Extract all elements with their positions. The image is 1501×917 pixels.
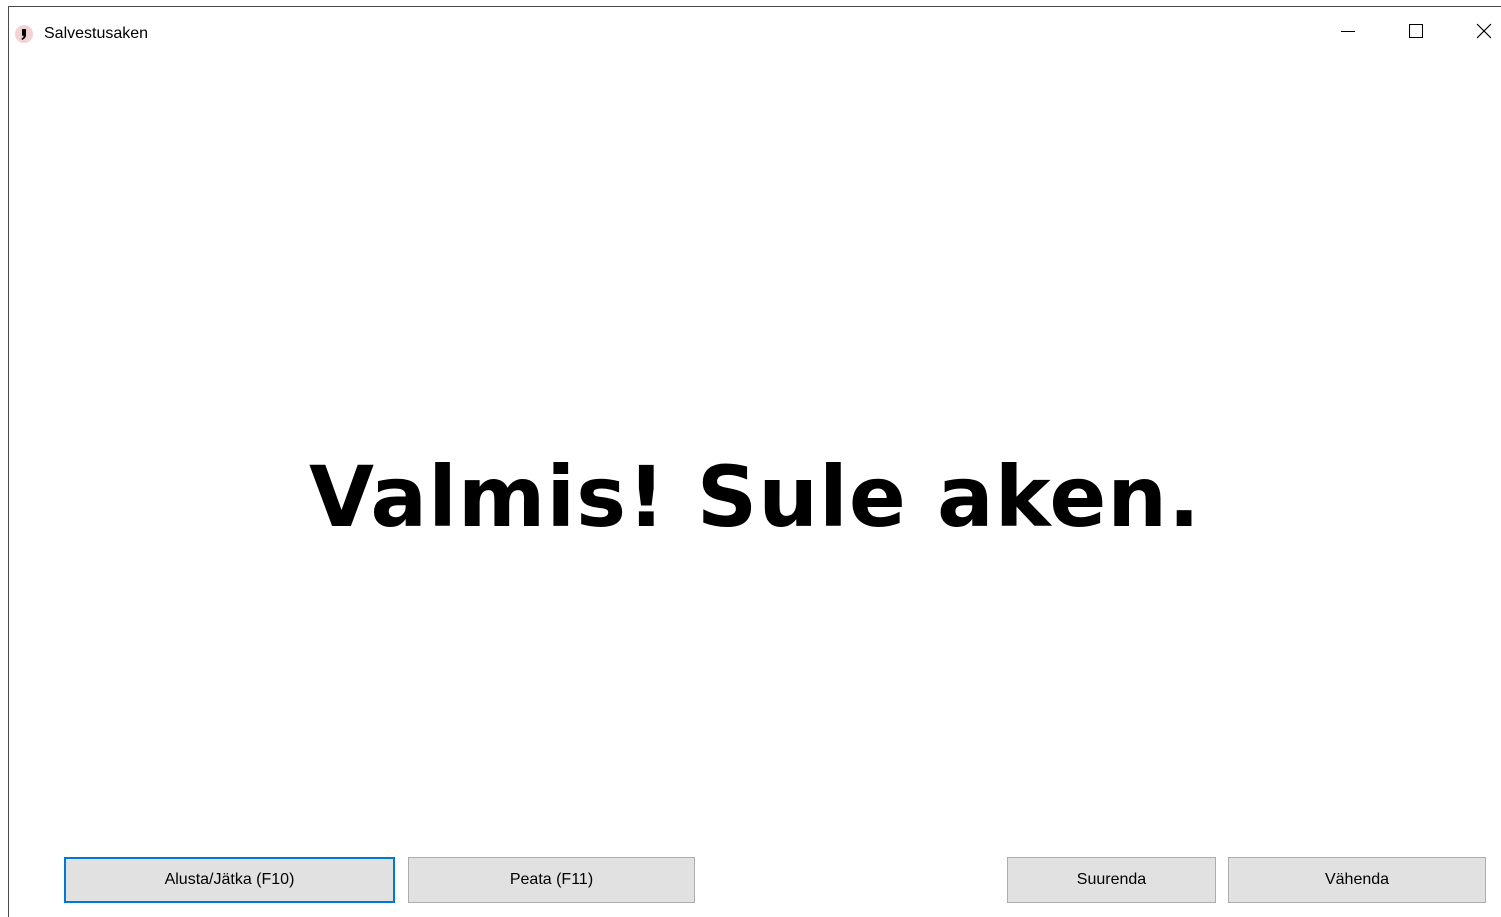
minimize-button[interactable] — [1325, 17, 1371, 49]
start-continue-button[interactable]: Alusta/Jätka (F10) — [64, 857, 395, 903]
app-window: Salvestusaken Valmis! Sule aken. Alusta/… — [8, 6, 1501, 917]
app-icon — [14, 24, 34, 44]
window-title: Salvestusaken — [44, 25, 149, 42]
title-bar[interactable]: Salvestusaken — [9, 7, 1501, 59]
status-message: Valmis! Sule aken. — [308, 448, 1202, 546]
close-button[interactable] — [1461, 17, 1501, 49]
shrink-button[interactable]: Vähenda — [1228, 857, 1486, 903]
stop-button[interactable]: Peata (F11) — [408, 857, 695, 903]
close-icon — [1476, 23, 1492, 44]
enlarge-button[interactable]: Suurenda — [1007, 857, 1216, 903]
minimize-icon — [1340, 23, 1356, 44]
maximize-icon — [1408, 23, 1424, 44]
maximize-button[interactable] — [1393, 17, 1439, 49]
